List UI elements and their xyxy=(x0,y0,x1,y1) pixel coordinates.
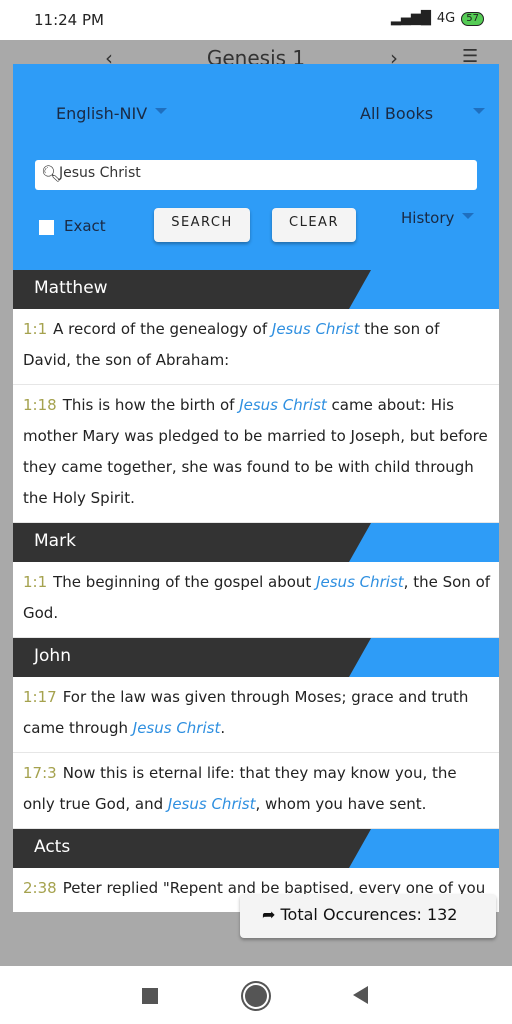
highlight-match: Jesus Christ xyxy=(316,573,404,591)
version-label: English-NIV xyxy=(56,104,148,123)
verse-ref: 1:17 xyxy=(23,688,57,706)
book-header: Mark xyxy=(13,523,499,562)
dropdown-arrow-icon xyxy=(473,108,486,114)
highlight-match: Jesus Christ xyxy=(167,795,256,813)
book-name: Mark xyxy=(34,531,76,551)
book-header: John xyxy=(13,638,499,677)
total-occurrences-button[interactable]: ➦ Total Occurences: 132 xyxy=(240,894,496,938)
verse-text: A record of the genealogy of xyxy=(53,320,272,338)
status-icons: ▂▄▆█ 4G 57 xyxy=(391,11,484,26)
highlight-match: Jesus Christ xyxy=(132,719,221,737)
header-accent xyxy=(349,829,499,868)
header-accent xyxy=(349,638,499,677)
search-input[interactable]: 🔍︎ Jesus Christ xyxy=(35,160,477,190)
verse-ref: 2:38 xyxy=(23,879,57,897)
verse-ref: 1:1 xyxy=(23,320,48,338)
clear-button[interactable]: CLEAR xyxy=(272,208,356,242)
exact-label: Exact xyxy=(64,217,106,235)
verse-item[interactable]: 1:1 A record of the genealogy of Jesus Ch… xyxy=(13,309,499,385)
dropdown-arrow-icon xyxy=(155,108,168,114)
header-accent xyxy=(349,270,499,309)
history-dropdown[interactable]: History xyxy=(401,209,475,227)
book-header: Acts xyxy=(13,829,499,868)
history-label: History xyxy=(401,209,455,227)
share-arrow-icon: ➦ xyxy=(262,905,281,924)
verse-item[interactable]: 17:3 Now this is eternal life: that they … xyxy=(13,753,499,829)
verse-ref: 1:1 xyxy=(23,573,48,591)
home-button[interactable] xyxy=(245,985,267,1007)
search-query: Jesus Christ xyxy=(59,165,141,181)
verse-item[interactable]: 1:18 This is how the birth of Jesus Chris… xyxy=(13,385,499,523)
book-name: John xyxy=(34,646,71,666)
book-name: Acts xyxy=(34,837,71,857)
dropdown-arrow-icon xyxy=(462,213,475,219)
verse-text: For the law was given through Moses; gra… xyxy=(23,688,469,737)
signal-icon: ▂▄▆█ xyxy=(390,11,431,26)
verse-item[interactable]: 1:17 For the law was given through Moses;… xyxy=(13,677,499,753)
verse-text-end: . xyxy=(220,719,226,737)
search-icon: 🔍︎ xyxy=(41,164,62,183)
books-dropdown[interactable]: All Books xyxy=(360,104,486,123)
results-list[interactable]: Matthew 1:1 A record of the genealogy of J… xyxy=(13,270,499,912)
book-name: Matthew xyxy=(34,278,108,298)
battery-icon: 57 xyxy=(461,11,484,26)
verse-text: The beginning of the gospel about xyxy=(53,573,317,591)
network-type: 4G xyxy=(436,11,456,26)
highlight-match: Jesus Christ xyxy=(239,396,327,414)
search-panel: English-NIV All Books 🔍︎ Jesus Christ Exa… xyxy=(13,64,499,270)
verse-text-end: , whom you have sent. xyxy=(255,795,427,813)
verse-ref: 1:18 xyxy=(23,396,57,414)
status-bar: 11:24 PM ▂▄▆█ 4G 57 xyxy=(0,0,512,40)
recents-button[interactable] xyxy=(142,988,158,1004)
navigation-bar xyxy=(0,966,512,1024)
highlight-match: Jesus Christ xyxy=(271,320,360,338)
total-label: Total Occurences: 132 xyxy=(280,905,458,924)
exact-checkbox[interactable] xyxy=(39,220,54,235)
version-dropdown[interactable]: English-NIV xyxy=(56,104,168,123)
clock: 11:24 PM xyxy=(34,11,104,29)
verse-ref: 17:3 xyxy=(23,764,57,782)
back-button[interactable] xyxy=(353,986,368,1004)
books-label: All Books xyxy=(360,104,434,123)
book-header: Matthew xyxy=(13,270,499,309)
verse-text: This is how the birth of xyxy=(62,396,240,414)
verse-item[interactable]: 1:1 The beginning of the gospel about Jes… xyxy=(13,562,499,638)
header-accent xyxy=(349,523,499,562)
search-button[interactable]: SEARCH xyxy=(154,208,250,242)
